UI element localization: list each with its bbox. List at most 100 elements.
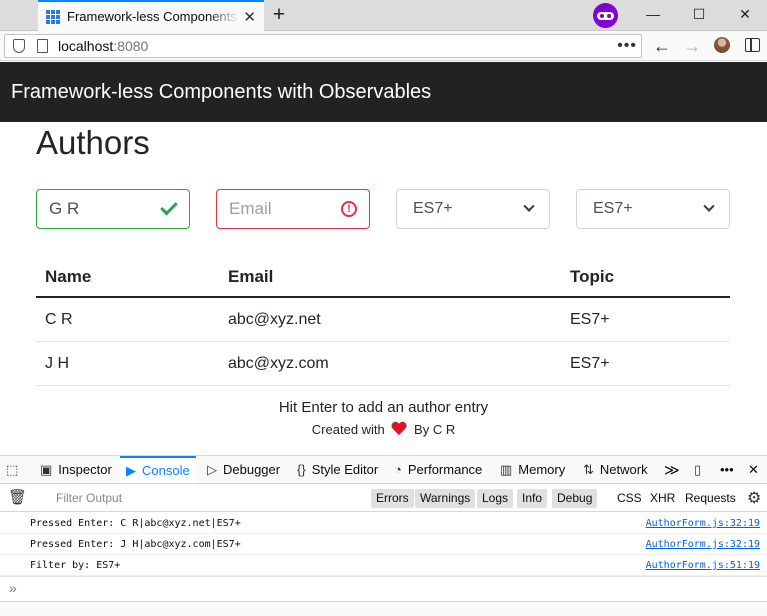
filter-select-value: ES7+ [593,200,633,217]
column-header-name[interactable]: Name [45,267,91,287]
filter-output-input[interactable]: Filter Output [56,491,122,505]
forward-button[interactable]: → [683,35,701,57]
tab-style-editor-label: Style Editor [311,462,379,477]
network-icon: ⇅ [583,461,594,477]
console-input[interactable]: » [0,576,767,601]
tab-title: Framework-less Components with Observabl… [67,9,239,24]
email-input[interactable]: Email ! [216,189,370,229]
private-browsing-icon [593,3,618,28]
tab-console[interactable]: ▶ Console [120,456,196,483]
account-avatar[interactable] [714,37,730,53]
app-header-title: Framework-less Components with Observabl… [11,80,432,103]
tab-debugger[interactable]: ▷ Debugger [207,456,280,483]
console-settings-gear-icon[interactable]: ⚙ [747,488,761,508]
console-message-source-link[interactable]: AuthorForm.js:32:19 [646,518,760,529]
console-message: Filter by: ES7+ AuthorForm.js:51:19 [0,555,767,576]
cell-email: abc@xyz.net [228,310,321,328]
tab-memory[interactable]: ▥ Memory [500,456,565,483]
tab-performance-label: Performance [407,462,483,477]
cell-name: C R [45,310,73,328]
style-editor-icon: {} [297,462,306,477]
console-message-text: Filter by: ES7+ [30,560,121,571]
column-header-email[interactable]: Email [228,267,273,287]
tab-console-label: Console [142,463,190,478]
column-header-topic[interactable]: Topic [570,267,614,287]
topic-select[interactable]: ES7+ [396,189,550,229]
new-tab-button[interactable]: + [268,4,290,26]
performance-icon: ◔ [394,462,402,477]
url-bar[interactable]: localhost:8080 ••• [4,34,642,58]
valid-check-icon [160,197,178,216]
page-title: Authors [36,124,150,161]
url-port: :8080 [113,38,149,54]
sidebar-toggle-icon[interactable] [745,38,760,52]
tab-memory-label: Memory [518,462,566,477]
devtools-close-button[interactable]: ✕ [748,456,759,483]
devtools-menu-button[interactable]: ••• [720,456,734,483]
filter-css-toggle[interactable]: CSS [617,491,642,505]
console-message-source-link[interactable]: AuthorForm.js:51:19 [646,560,760,571]
level-debug-toggle[interactable]: Debug [552,489,598,508]
tracking-shield-icon[interactable] [13,39,25,53]
devtools-toolbar: ⬚ ▣ Inspector ▶ Console ▷ Debugger {} St… [0,455,767,484]
tab-style-editor[interactable]: {} Style Editor [297,456,378,483]
app-header: Framework-less Components with Observabl… [0,62,767,122]
tab-network[interactable]: ⇅ Network [583,456,648,483]
window-bottom-edge [0,601,767,616]
tab-debugger-label: Debugger [223,462,281,477]
trash-icon[interactable]: 🗑 [8,488,27,506]
back-button[interactable]: ← [653,35,671,57]
inspector-icon: ▣ [40,461,53,477]
console-icon: ▶ [126,462,136,478]
table-header-row: Name Email Topic [36,257,730,298]
page-actions-icon[interactable]: ••• [617,35,637,57]
tab-active[interactable]: Framework-less Components with Observabl… [38,0,264,31]
table-row[interactable]: C R abc@xyz.net ES7+ [36,298,730,342]
filter-xhr-toggle[interactable]: XHR [650,491,675,505]
invalid-alert-icon: ! [341,201,357,217]
tab-strip: Framework-less Components with Observabl… [0,0,767,31]
tab-close-icon[interactable]: ✕ [243,8,256,26]
browser-window: Framework-less Components with Observabl… [0,0,767,616]
maximize-button[interactable]: ☐ [687,4,711,24]
url-host: localhost [58,38,114,54]
chevron-down-icon [523,200,535,212]
console-message: Pressed Enter: C R|abc@xyz.net|ES7+ Auth… [0,513,767,534]
level-info-toggle[interactable]: Info [517,489,548,508]
filter-select[interactable]: ES7+ [576,189,730,229]
console-message-text: Pressed Enter: J H|abc@xyz.com|ES7+ [30,539,241,550]
credit-suffix: By C R [414,422,456,437]
level-logs-toggle[interactable]: Logs [477,489,514,508]
table-row[interactable]: J H abc@xyz.com ES7+ [36,342,730,386]
name-input-value: G R [49,199,80,218]
heart-icon [391,422,407,436]
tab-inspector-label: Inspector [58,462,112,477]
element-picker-button[interactable]: ⬚ [6,456,18,483]
authors-table: Name Email Topic C R abc@xyz.net ES7+ J … [36,257,730,386]
console-message-text: Pressed Enter: C R|abc@xyz.net|ES7+ [30,518,241,529]
console-prompt-icon: » [9,580,17,596]
console-message: Pressed Enter: J H|abc@xyz.com|ES7+ Auth… [0,534,767,555]
cell-name: J H [45,354,69,372]
page-info-icon[interactable] [37,39,48,53]
window-close-button[interactable]: ✕ [733,4,757,24]
filter-requests-toggle[interactable]: Requests [685,491,736,505]
level-warnings-toggle[interactable]: Warnings [415,489,476,508]
dock-button[interactable]: ▯ [694,456,701,483]
memory-icon: ▥ [500,461,513,477]
more-tabs-button[interactable]: ≫ [664,456,680,483]
filter-funnel-icon [42,490,52,502]
tab-performance[interactable]: ◔ Performance [394,456,482,483]
minimize-button[interactable]: — [641,4,665,24]
name-input[interactable]: G R [36,189,190,229]
favicon-grid-icon [46,9,60,24]
email-input-placeholder: Email [229,199,272,218]
credit-line: Created with By C R [0,422,767,437]
console-message-source-link[interactable]: AuthorForm.js:32:19 [646,539,760,550]
tab-inspector[interactable]: ▣ Inspector [40,456,112,483]
level-errors-toggle[interactable]: Errors [371,489,414,508]
debugger-icon: ▷ [207,461,217,477]
tab-network-label: Network [599,462,648,477]
navigation-bar: localhost:8080 ••• ← → [0,31,767,61]
cell-topic: ES7+ [570,310,610,328]
